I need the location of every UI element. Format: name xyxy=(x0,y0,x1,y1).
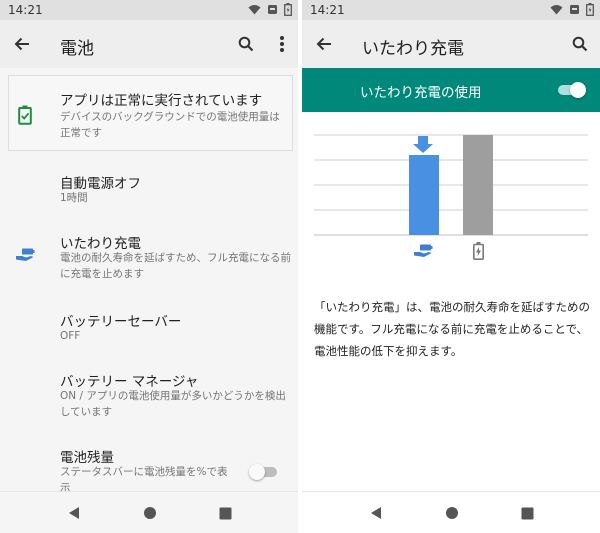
battery-charging-category-icon xyxy=(473,242,484,260)
search-button[interactable] xyxy=(568,32,592,56)
wifi-icon xyxy=(550,5,563,15)
more-options-button[interactable] xyxy=(270,32,294,56)
battery-care-toggle[interactable] xyxy=(556,82,586,98)
toggle-thumb xyxy=(570,82,586,98)
setting-title: バッテリー マネージャ xyxy=(60,374,199,390)
battery-status-icon xyxy=(586,3,594,16)
search-icon xyxy=(572,36,588,52)
nav-recents-button[interactable] xyxy=(519,505,535,521)
nav-home-button[interactable] xyxy=(444,505,460,521)
battery-care-screen: 14:21 いたわり充電 いたわり充電の使用 「いたわり充電」は、電池の耐久寿命… xyxy=(302,0,600,533)
home-circle-icon xyxy=(446,507,458,519)
status-time: 14:21 xyxy=(310,3,345,17)
setting-item-auto-power-off[interactable]: 自動電源オフ 1時間 xyxy=(0,172,298,212)
chart-bar xyxy=(409,155,439,235)
battery-status-card[interactable]: アプリは正常に実行されています デバイスのバックグラウンドでの電池使用量は正常で… xyxy=(8,75,293,151)
home-circle-icon xyxy=(144,507,156,519)
more-vert-icon xyxy=(280,36,284,52)
battery-care-icon xyxy=(16,248,35,261)
sim-icon xyxy=(570,5,579,14)
toggle-thumb xyxy=(249,464,265,480)
battery-check-icon xyxy=(18,105,32,125)
card-title: アプリは正常に実行されています xyxy=(60,93,263,109)
wifi-icon xyxy=(248,5,261,15)
app-bar: 電池 xyxy=(0,20,298,68)
charging-comparison-chart xyxy=(314,134,588,260)
navigation-bar xyxy=(0,491,298,533)
nav-home-button[interactable] xyxy=(142,505,158,521)
setting-item-battery-saver[interactable]: バッテリーセーバー OFF xyxy=(0,310,298,350)
page-title: いたわり充電 xyxy=(362,39,464,59)
page-title: 電池 xyxy=(60,39,94,59)
nav-back-button[interactable] xyxy=(368,505,384,521)
setting-subtitle: ON / アプリの電池使用量が多いかどうかを検出しています xyxy=(60,390,286,418)
card-subtitle: デバイスのバックグラウンドでの電池使用量は正常です xyxy=(60,111,280,139)
setting-item-battery-percentage[interactable]: 電池残量 ステータスバーに電池残量を%で表示 xyxy=(0,446,298,494)
recents-square-icon xyxy=(219,507,231,519)
app-bar: いたわり充電 xyxy=(302,20,600,68)
chart-grid xyxy=(314,134,588,236)
banner-label: いたわり充電の使用 xyxy=(360,85,482,101)
chart-bar xyxy=(463,135,493,235)
battery-care-category-icon xyxy=(414,244,433,257)
status-bar: 14:21 xyxy=(302,0,600,20)
status-bar: 14:21 xyxy=(0,0,298,20)
navigation-bar xyxy=(302,491,600,533)
setting-subtitle: 電池の耐久寿命を延ばすため、フル充電になる前に充電を止めます xyxy=(60,252,291,280)
search-icon xyxy=(238,36,254,52)
nav-back-button[interactable] xyxy=(66,505,82,521)
recents-square-icon xyxy=(521,507,533,519)
sim-icon xyxy=(268,5,277,14)
back-button[interactable] xyxy=(10,32,34,56)
setting-title: 電池残量 xyxy=(60,450,114,466)
battery-care-description: 「いたわり充電」は、電池の耐久寿命を延ばすための機能です。フル充電になる前に充電… xyxy=(314,300,590,358)
setting-title: いたわり充電 xyxy=(60,236,141,252)
battery-percentage-toggle[interactable] xyxy=(249,464,279,480)
battery-status-icon xyxy=(284,3,292,16)
setting-item-battery-care[interactable]: いたわり充電 電池の耐久寿命を延ばすため、フル充電になる前に充電を止めます xyxy=(0,232,298,288)
arrow-back-icon xyxy=(316,37,331,51)
setting-title: バッテリーセーバー xyxy=(60,314,182,330)
setting-subtitle: OFF xyxy=(60,330,81,342)
status-time: 14:21 xyxy=(8,3,43,17)
back-button[interactable] xyxy=(312,32,336,56)
back-triangle-icon xyxy=(69,507,79,519)
search-button[interactable] xyxy=(234,32,258,56)
arrow-back-icon xyxy=(14,37,29,51)
battery-settings-screen: 14:21 電池 アプリは正常に実行されています デバイスのバックグラウンドでの… xyxy=(0,0,298,533)
setting-item-battery-manager[interactable]: バッテリー マネージャ ON / アプリの電池使用量が多いかどうかを検出していま… xyxy=(0,370,298,426)
back-triangle-icon xyxy=(371,507,381,519)
nav-recents-button[interactable] xyxy=(217,505,233,521)
battery-care-toggle-banner[interactable]: いたわり充電の使用 xyxy=(302,68,600,112)
setting-subtitle: 1時間 xyxy=(60,192,88,204)
limit-arrow-icon xyxy=(413,136,433,153)
setting-title: 自動電源オフ xyxy=(60,176,141,192)
